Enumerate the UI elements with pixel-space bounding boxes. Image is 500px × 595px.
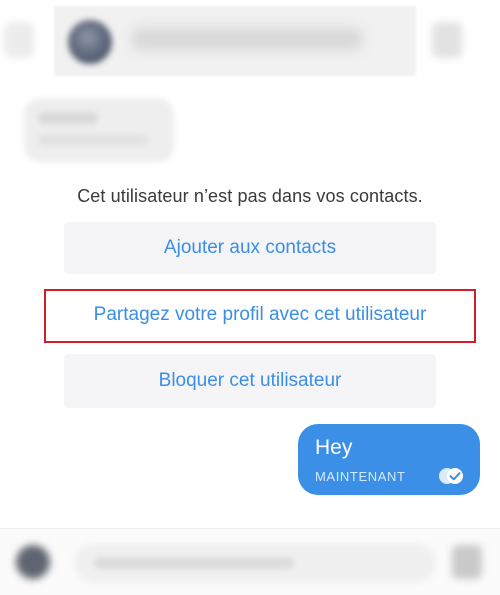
incoming-message-redacted xyxy=(24,98,174,162)
double-check-icon xyxy=(439,468,463,484)
back-icon[interactable] xyxy=(4,22,34,58)
add-contact-button[interactable]: Ajouter aux contacts xyxy=(64,222,436,274)
send-icon[interactable] xyxy=(452,545,482,579)
chat-screen: Cet utilisateur n’est pas dans vos conta… xyxy=(0,0,500,595)
chat-header xyxy=(0,0,500,88)
share-profile-label[interactable]: Partagez votre profil avec cet utilisate… xyxy=(46,291,474,339)
not-in-contacts-notice: Cet utilisateur n’est pas dans vos conta… xyxy=(77,186,423,206)
redacted-line xyxy=(38,134,148,146)
menu-icon[interactable] xyxy=(432,22,462,58)
message-input[interactable] xyxy=(74,543,436,583)
share-profile-button[interactable]: Partagez votre profil avec cet utilisate… xyxy=(44,289,476,343)
outgoing-message[interactable]: Hey MAINTENANT xyxy=(298,424,480,495)
block-user-label[interactable]: Bloquer cet utilisateur xyxy=(64,354,436,408)
attach-icon[interactable] xyxy=(16,545,50,579)
contact-name-redacted xyxy=(132,28,362,50)
message-composer xyxy=(0,528,500,595)
avatar[interactable] xyxy=(68,20,112,64)
contact-header[interactable] xyxy=(54,6,416,76)
message-text: Hey xyxy=(315,436,353,459)
block-user-button[interactable]: Bloquer cet utilisateur xyxy=(64,354,436,408)
redacted-placeholder xyxy=(94,557,294,569)
add-contact-label[interactable]: Ajouter aux contacts xyxy=(64,222,436,274)
message-timestamp: MAINTENANT xyxy=(315,469,406,484)
redacted-line xyxy=(38,112,98,124)
